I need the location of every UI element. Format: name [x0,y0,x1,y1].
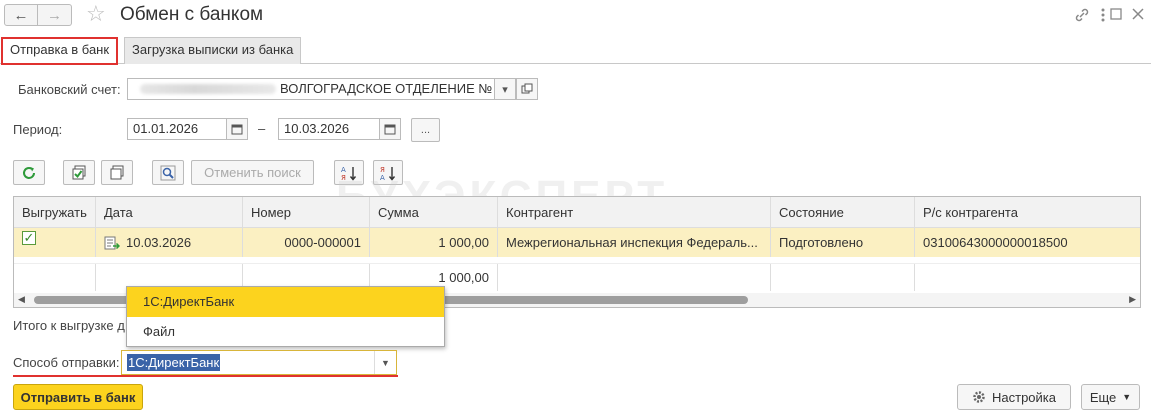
highlight-underline [13,375,398,377]
open-window-icon [521,83,533,94]
column-header-number[interactable]: Номер [243,197,370,227]
close-icon[interactable] [1132,8,1144,20]
refresh-button[interactable] [13,160,45,185]
upload-cell: ✓ [14,228,96,257]
calendar-icon [231,124,243,135]
send-method-select[interactable]: 1С:ДиректБанк ▼ [121,350,397,375]
uncheck-all-icon [110,165,124,179]
total-cell-empty [14,264,96,291]
dropdown-option-file[interactable]: Файл [127,317,444,347]
maximize-icon[interactable] [1110,8,1122,20]
forward-button[interactable]: → [38,4,72,26]
back-button[interactable]: ← [4,4,38,26]
check-all-icon [72,165,86,179]
column-header-counterparty[interactable]: Контрагент [498,197,771,227]
bank-account-dropdown-button[interactable]: ▾ [494,78,516,100]
title-bar: ← → ☆ Обмен с банком [0,0,1151,32]
period-to-value: 10.03.2026 [284,121,350,136]
bank-account-label: Банковский счет: [18,82,121,97]
column-header-status[interactable]: Состояние [771,197,915,227]
period-label: Период: [13,122,63,137]
tab-statement-import[interactable]: Загрузка выписки из банка [124,37,302,64]
column-header-amount[interactable]: Сумма [370,197,498,227]
star-icon[interactable]: ☆ [86,2,106,26]
scroll-right-icon[interactable]: ▶ [1129,294,1136,305]
send-method-value: 1С:ДиректБанк [127,354,221,371]
table-row[interactable]: ✓ 10.03.2026 0000-000001 1 000,00 Межрег… [14,228,1140,257]
chevron-down-icon: ▾ [502,83,508,96]
period-to-field[interactable]: 10.03.2026 [278,118,380,140]
cancel-search-button[interactable]: Отменить поиск [191,160,314,185]
upload-checkbox[interactable]: ✓ [22,230,36,245]
period-from-field[interactable]: 01.01.2026 [127,118,227,140]
deselect-all-button[interactable] [101,160,133,185]
dropdown-option-directbank[interactable]: 1С:ДиректБанк [127,287,444,317]
chevron-down-icon: ▼ [381,357,390,368]
total-cell-empty [771,264,915,291]
settings-button[interactable]: Настройка [957,384,1071,410]
chevron-down-icon: ▼ [1122,392,1132,402]
total-to-upload-label: Итого к выгрузке д [13,318,125,333]
send-to-bank-button[interactable]: Отправить в банк [13,384,143,410]
status-cell: Подготовлено [771,228,915,257]
link-icon[interactable] [1074,7,1090,23]
more-button[interactable]: Еще ▼ [1081,384,1140,410]
send-method-dropdown: 1С:ДиректБанк Файл [126,286,445,347]
amount-cell: 1 000,00 [370,228,498,257]
counterparty-cell: Межрегиональная инспекция Федераль... [498,228,771,257]
blurred-account-number [140,84,276,94]
more-vertical-icon[interactable] [1100,7,1106,23]
number-cell: 0000-000001 [243,228,370,257]
more-label: Еще [1089,389,1117,405]
period-from-calendar-button[interactable] [226,118,248,140]
date-value: 10.03.2026 [126,235,192,250]
tab-send-to-bank[interactable]: Отправка в банк [1,37,119,65]
select-all-button[interactable] [63,160,95,185]
column-header-date[interactable]: Дата [96,197,243,227]
send-method-label: Способ отправки: [13,355,120,370]
send-method-dropdown-button[interactable]: ▼ [374,351,396,374]
scroll-left-icon[interactable]: ◀ [18,294,25,305]
arrow-right-icon: → [47,6,62,24]
search-icon [160,165,176,180]
gear-icon [973,391,985,403]
total-cell-empty [498,264,771,291]
bank-account-open-button[interactable] [516,78,538,100]
tab-bar: Загрузка выписки из банка Отправка в бан… [0,37,1151,65]
period-from-value: 01.01.2026 [133,121,199,136]
period-to-calendar-button[interactable] [379,118,401,140]
period-select-button[interactable]: ... [411,118,440,142]
page-title: Обмен с банком [120,4,264,25]
settings-label: Настройка [992,389,1056,405]
period-dash: – [258,121,266,136]
refresh-icon [23,166,35,179]
column-header-upload[interactable]: Выгружать [14,197,96,227]
date-cell: 10.03.2026 [96,228,243,257]
table-header: Выгружать Дата Номер Сумма Контрагент Со… [14,197,1140,228]
account-cell: 03100643000000018500 [923,235,1068,250]
arrow-left-icon: ← [13,6,29,24]
search-button[interactable] [152,160,184,185]
calendar-icon [384,124,396,135]
bank-account-value: ВОЛГОГРАДСКОЕ ОТДЕЛЕНИЕ № [280,81,493,96]
column-header-account[interactable]: Р/с контрагента [915,197,1140,227]
document-icon [104,236,120,249]
